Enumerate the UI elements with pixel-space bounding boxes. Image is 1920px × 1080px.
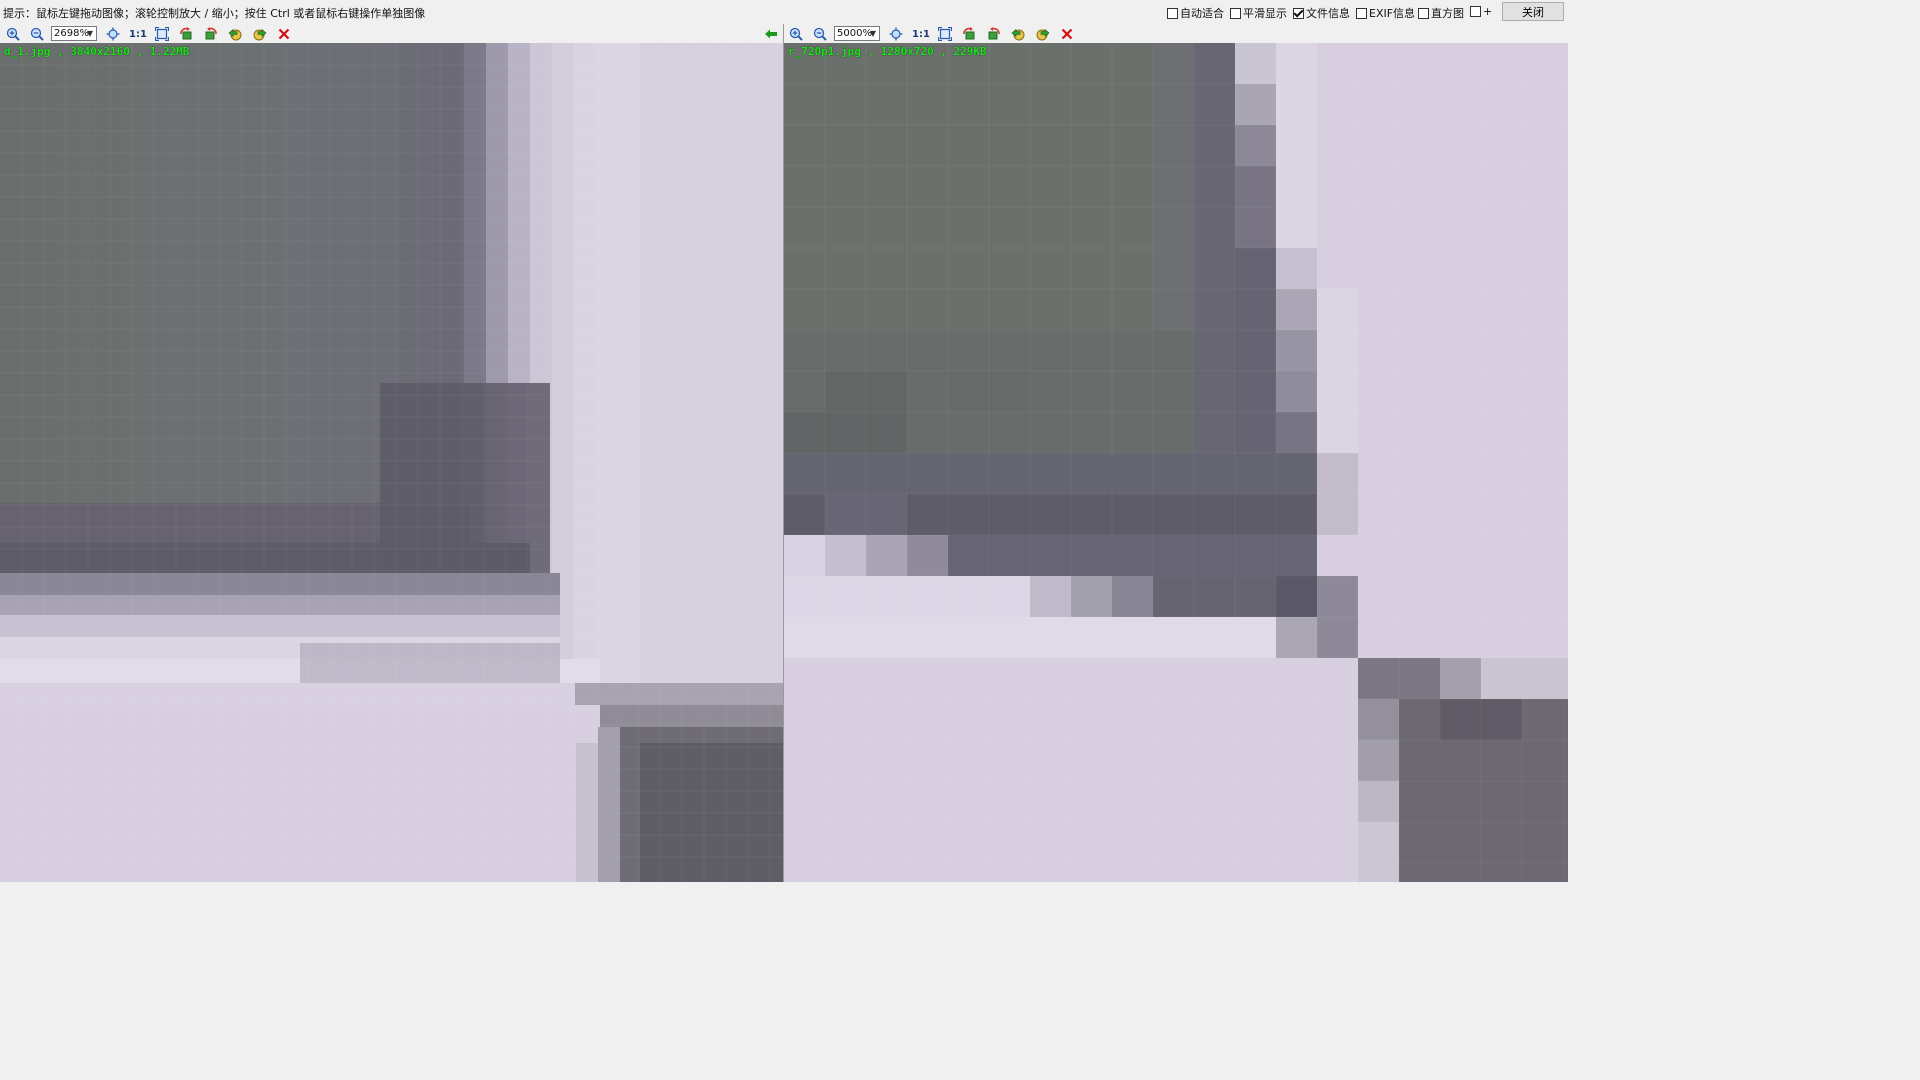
sync-left-arrow-icon[interactable] <box>763 26 779 42</box>
actual-size-button[interactable]: 1:1 <box>129 26 147 42</box>
left-zoom-value: 2698% <box>54 28 89 39</box>
right-image-pane: 5000% ▼ 1:1 r_720p1.jpg , 1280x720 , 229… <box>784 24 1568 882</box>
fit-center-icon[interactable] <box>105 26 121 42</box>
option-exif-info[interactable]: EXIF信息 <box>1356 5 1415 21</box>
zoom-out-icon[interactable] <box>29 26 45 42</box>
smooth-display-label: 平滑显示 <box>1243 7 1287 20</box>
option-auto-fit[interactable]: 自动适合 <box>1167 5 1224 21</box>
file-info-label: 文件信息 <box>1306 7 1350 20</box>
option-file-info[interactable]: 文件信息 <box>1293 5 1350 21</box>
left-file-info: d_1.jpg , 3840x2160 , 1.22MB <box>4 45 190 58</box>
fit-window-icon[interactable] <box>154 26 170 42</box>
rotate-right-icon[interactable] <box>203 26 219 42</box>
auto-fit-checkbox[interactable] <box>1167 7 1178 19</box>
plus-label: + <box>1483 5 1493 18</box>
left-zoom-select[interactable]: 2698% ▼ <box>51 26 97 41</box>
zoom-in-icon[interactable] <box>788 26 804 42</box>
rotate-left-icon[interactable] <box>961 26 977 42</box>
plus-checkbox[interactable] <box>1470 6 1481 17</box>
left-pixel-image <box>0 43 783 882</box>
smooth-display-checkbox[interactable] <box>1230 7 1241 19</box>
option-plus[interactable]: + <box>1470 5 1492 18</box>
right-zoom-value: 5000% <box>837 28 872 39</box>
exif-info-label: EXIF信息 <box>1369 7 1416 20</box>
left-toolbar: 2698% ▼ 1:1 <box>0 24 783 44</box>
left-image-pane: 2698% ▼ 1:1 d_1.jpg , 3840x2160 , 1.22MB <box>0 24 783 882</box>
chevron-down-icon: ▼ <box>86 29 93 38</box>
rotate-right-icon[interactable] <box>986 26 1002 42</box>
previous-image-icon[interactable] <box>1010 26 1026 42</box>
zoom-in-icon[interactable] <box>5 26 21 42</box>
left-image-canvas[interactable]: d_1.jpg , 3840x2160 , 1.22MB <box>0 43 783 882</box>
right-pixel-image <box>784 43 1568 882</box>
close-image-icon[interactable] <box>276 26 292 42</box>
next-image-icon[interactable] <box>252 26 268 42</box>
next-image-icon[interactable] <box>1035 26 1051 42</box>
exif-info-checkbox[interactable] <box>1356 7 1367 19</box>
fit-center-icon[interactable] <box>888 26 904 42</box>
file-info-checkbox[interactable] <box>1293 7 1304 19</box>
option-smooth-display[interactable]: 平滑显示 <box>1230 5 1287 21</box>
close-button[interactable]: 关闭 <box>1502 2 1564 21</box>
close-image-icon[interactable] <box>1059 26 1075 42</box>
right-file-info: r_720p1.jpg , 1280x720 , 229KB <box>788 45 987 58</box>
actual-size-button[interactable]: 1:1 <box>912 26 930 42</box>
right-zoom-select[interactable]: 5000% ▼ <box>834 26 880 41</box>
right-image-canvas[interactable]: r_720p1.jpg , 1280x720 , 229KB <box>784 43 1568 882</box>
histogram-label: 直方图 <box>1431 7 1464 20</box>
right-toolbar: 5000% ▼ 1:1 <box>784 24 1568 44</box>
hint-text: 提示：鼠标左键拖动图像；滚轮控制放大 / 缩小；按住 Ctrl 或者鼠标右键操作… <box>3 7 426 20</box>
histogram-checkbox[interactable] <box>1418 7 1429 19</box>
option-histogram[interactable]: 直方图 <box>1418 5 1464 21</box>
auto-fit-label: 自动适合 <box>1180 7 1224 20</box>
zoom-out-icon[interactable] <box>812 26 828 42</box>
chevron-down-icon: ▼ <box>869 29 876 38</box>
previous-image-icon[interactable] <box>227 26 243 42</box>
fit-window-icon[interactable] <box>937 26 953 42</box>
rotate-left-icon[interactable] <box>178 26 194 42</box>
top-hint-bar: 提示：鼠标左键拖动图像；滚轮控制放大 / 缩小；按住 Ctrl 或者鼠标右键操作… <box>0 0 1568 25</box>
